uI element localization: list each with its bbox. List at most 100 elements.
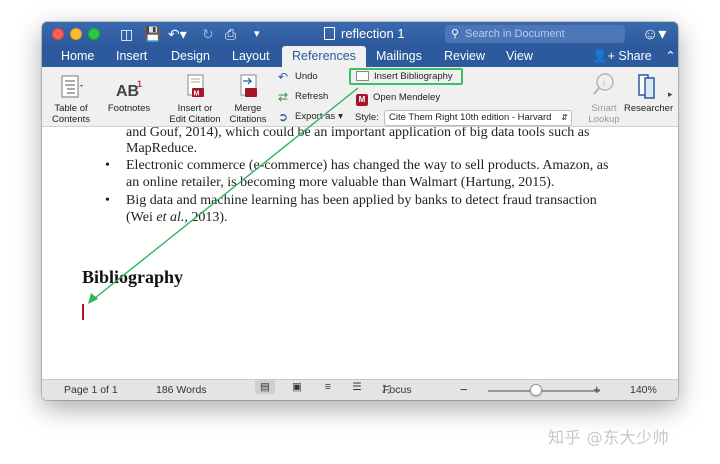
ribbon-tabs: Home Insert Design Layout References Mai…: [42, 46, 678, 67]
zoom-out-button[interactable]: −: [460, 380, 468, 400]
bullet-marker: •: [105, 158, 110, 173]
print-layout-view-icon[interactable]: ▤: [255, 380, 275, 394]
save-icon[interactable]: 💾: [144, 25, 161, 43]
document-icon: [324, 27, 335, 40]
sidebar-toggle-icon[interactable]: ◫: [120, 25, 133, 43]
smart-lookup-icon: i: [593, 73, 614, 95]
table-of-contents-icon: [61, 75, 83, 98]
citation-year: , 2013).: [184, 210, 228, 225]
mendeley-logo-icon: M: [356, 94, 368, 106]
open-mendeley-label: Open Mendeley: [373, 92, 441, 103]
web-layout-view-icon[interactable]: ▣: [287, 380, 307, 394]
search-placeholder: Search in Document: [465, 28, 565, 40]
tab-mailings[interactable]: Mailings: [376, 46, 422, 67]
zoom-slider-knob[interactable]: [530, 384, 542, 396]
bullet-ecommerce-line1: Electronic commerce (e-commerce) has cha…: [126, 158, 609, 173]
export-icon: ➲: [278, 110, 289, 124]
tab-view[interactable]: View: [506, 46, 533, 67]
zoom-slider-track[interactable]: [488, 390, 600, 392]
citation-style-value: Cite Them Right 10th edition - Harvard: [389, 112, 552, 123]
tab-home[interactable]: Home: [61, 46, 94, 67]
tab-design[interactable]: Design: [171, 46, 210, 67]
maximize-window-button[interactable]: [88, 28, 100, 40]
undo-icon[interactable]: ↶▾: [168, 25, 187, 43]
minimize-window-button[interactable]: [70, 28, 82, 40]
researcher-books-icon: [638, 74, 655, 99]
table-of-contents-button[interactable]: Table of Contents: [46, 73, 96, 125]
footnote-ab-icon: AB 1: [116, 79, 142, 100]
ribbon-overflow-icon[interactable]: ▸: [668, 89, 673, 100]
undo-arrow-icon: ↶: [278, 70, 289, 84]
svg-text:AB: AB: [116, 83, 139, 100]
mendeley-refresh-button[interactable]: ⇄ Refresh: [278, 90, 328, 104]
zoom-level[interactable]: 140%: [630, 380, 657, 400]
bibliography-heading: Bibliography: [82, 267, 184, 287]
customize-toolbar-icon[interactable]: ▾: [254, 25, 260, 43]
screenshot-stage: ◫ 💾 ↶▾ ↻ ⎙ ▾ reflection 1 ⚲ Search in Do…: [0, 0, 720, 464]
footnotes-label: Footnotes: [107, 103, 151, 114]
mapreduce-text-line: MapReduce.: [126, 141, 198, 156]
print-icon[interactable]: ⎙: [225, 25, 236, 43]
researcher-label: Researcher: [624, 103, 674, 114]
chevron-down-icon: ▾: [338, 111, 343, 122]
mendeley-refresh-label: Refresh: [295, 91, 329, 102]
tab-layout[interactable]: Layout: [232, 46, 270, 67]
merge-citations-button[interactable]: Merge Citations: [228, 73, 268, 125]
svg-text:M: M: [194, 91, 200, 98]
bullet-banks-line1: Big data and machine learning has been a…: [126, 193, 597, 208]
merge-citations-label: Merge Citations: [229, 103, 267, 125]
bibliography-book-icon: [356, 71, 369, 81]
insert-citation-label: Insert or Edit Citation: [169, 103, 221, 125]
zoom-in-button[interactable]: +: [593, 380, 601, 400]
close-window-button[interactable]: [52, 28, 64, 40]
document-title: reflection 1: [324, 26, 405, 42]
export-as-label: Export as: [295, 111, 336, 122]
insert-citation-button[interactable]: M Insert or Edit Citation: [166, 73, 224, 125]
tab-insert[interactable]: Insert: [116, 46, 147, 67]
search-icon: ⚲: [451, 28, 460, 40]
page-count[interactable]: Page 1 of 1: [64, 380, 118, 400]
refresh-icon: ⇄: [278, 90, 289, 104]
document-area[interactable]: and Gouf, 2014), which could be an impor…: [42, 127, 678, 379]
redo-icon[interactable]: ↻: [202, 25, 214, 43]
citation-style-select[interactable]: Cite Them Right 10th edition - Harvard ⇵: [384, 110, 572, 126]
mendeley-undo-button[interactable]: ↶ Undo: [278, 70, 318, 84]
search-input[interactable]: ⚲ Search in Document: [445, 25, 625, 43]
insert-bibliography-label: Insert Bibliography: [374, 71, 453, 82]
bullet-ecommerce-line2: an online retailer, is becoming more val…: [126, 175, 555, 190]
svg-text:1: 1: [137, 79, 142, 89]
word-count[interactable]: 186 Words: [156, 380, 207, 400]
title-bar: ◫ 💾 ↶▾ ↻ ⎙ ▾ reflection 1 ⚲ Search in Do…: [42, 22, 678, 46]
references-ribbon: Table of Contents AB 1 Footnotes M Inser…: [42, 67, 678, 127]
status-bar: Page 1 of 1 186 Words ▤ ▣ ≡ ☰ ⛶ Focus − …: [42, 379, 678, 400]
feedback-smiley-icon[interactable]: ☺▾: [642, 24, 666, 44]
svg-text:i: i: [603, 78, 605, 88]
partial-text-line: and Gouf, 2014), which could be an impor…: [126, 127, 590, 140]
researcher-button[interactable]: Researcher: [624, 71, 674, 114]
open-mendeley-button[interactable]: M Open Mendeley: [356, 91, 440, 106]
export-as-button[interactable]: ➲ Export as ▾: [278, 110, 343, 124]
footnotes-button[interactable]: AB 1 Footnotes: [104, 77, 154, 114]
style-label: Style:: [355, 112, 379, 123]
share-label: Share: [618, 49, 652, 63]
focus-label: Focus: [383, 384, 412, 396]
document-title-text: reflection 1: [341, 26, 405, 41]
smart-lookup-label: Smart Lookup: [588, 103, 620, 125]
word-window: ◫ 💾 ↶▾ ↻ ⎙ ▾ reflection 1 ⚲ Search in Do…: [42, 22, 678, 400]
citation-author: (Wei: [126, 210, 157, 225]
smart-lookup-button[interactable]: i Smart Lookup: [584, 71, 624, 125]
mendeley-citation-icon: M: [187, 74, 204, 98]
mendeley-undo-label: Undo: [295, 71, 318, 82]
share-button[interactable]: 👤+ Share ⌃: [592, 46, 676, 67]
tab-references[interactable]: References: [282, 46, 366, 67]
outline-view-icon[interactable]: ≡: [318, 380, 338, 394]
collapse-ribbon-icon[interactable]: ⌃: [665, 49, 675, 63]
text-cursor: [82, 304, 84, 320]
bullet-banks-line2: (Wei et al., 2013).: [126, 210, 228, 227]
citation-et-al: et al.: [156, 210, 185, 225]
draft-view-icon[interactable]: ☰: [347, 380, 367, 394]
bullet-marker: •: [105, 193, 110, 208]
tab-review[interactable]: Review: [444, 46, 485, 67]
insert-bibliography-button[interactable]: Insert Bibliography: [356, 70, 453, 84]
watermark-text: 知乎 @东大少帅: [548, 428, 670, 447]
